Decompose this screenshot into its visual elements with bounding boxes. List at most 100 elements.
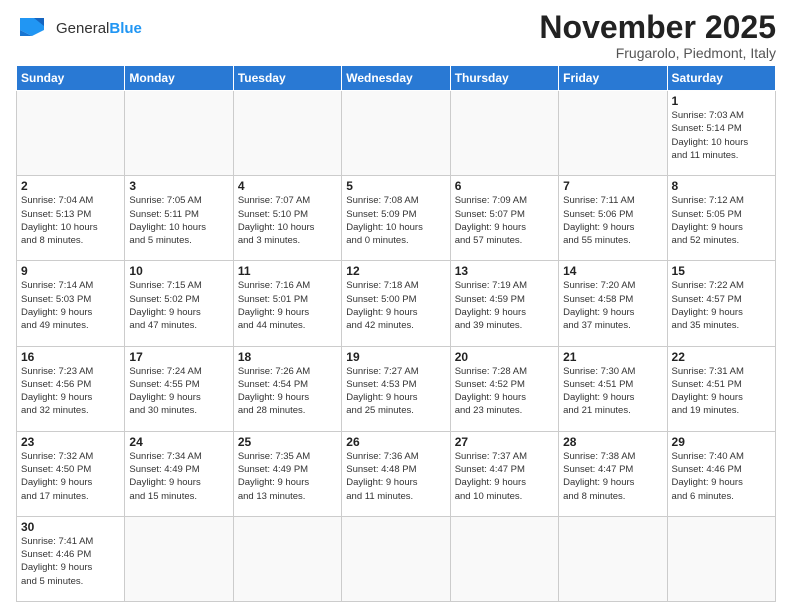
col-sunday: Sunday: [17, 66, 125, 91]
column-headers: Sunday Monday Tuesday Wednesday Thursday…: [17, 66, 776, 91]
day-number: 9: [21, 264, 120, 278]
day-cell: 16Sunrise: 7:23 AM Sunset: 4:56 PM Dayli…: [17, 346, 125, 431]
day-info: Sunrise: 7:41 AM Sunset: 4:46 PM Dayligh…: [21, 535, 120, 588]
day-info: Sunrise: 7:05 AM Sunset: 5:11 PM Dayligh…: [129, 194, 228, 247]
day-number: 14: [563, 264, 662, 278]
day-cell: 2Sunrise: 7:04 AM Sunset: 5:13 PM Daylig…: [17, 176, 125, 261]
day-info: Sunrise: 7:23 AM Sunset: 4:56 PM Dayligh…: [21, 365, 120, 418]
day-cell: 11Sunrise: 7:16 AM Sunset: 5:01 PM Dayli…: [233, 261, 341, 346]
day-cell: 1Sunrise: 7:03 AM Sunset: 5:14 PM Daylig…: [667, 91, 775, 176]
day-cell: [233, 91, 341, 176]
day-cell: 30Sunrise: 7:41 AM Sunset: 4:46 PM Dayli…: [17, 516, 125, 601]
day-cell: 4Sunrise: 7:07 AM Sunset: 5:10 PM Daylig…: [233, 176, 341, 261]
day-number: 21: [563, 350, 662, 364]
day-cell: [667, 516, 775, 601]
day-number: 19: [346, 350, 445, 364]
day-number: 27: [455, 435, 554, 449]
day-info: Sunrise: 7:27 AM Sunset: 4:53 PM Dayligh…: [346, 365, 445, 418]
day-cell: [450, 516, 558, 601]
day-info: Sunrise: 7:37 AM Sunset: 4:47 PM Dayligh…: [455, 450, 554, 503]
day-info: Sunrise: 7:32 AM Sunset: 4:50 PM Dayligh…: [21, 450, 120, 503]
day-cell: 9Sunrise: 7:14 AM Sunset: 5:03 PM Daylig…: [17, 261, 125, 346]
day-number: 4: [238, 179, 337, 193]
day-number: 12: [346, 264, 445, 278]
day-info: Sunrise: 7:30 AM Sunset: 4:51 PM Dayligh…: [563, 365, 662, 418]
week-row-5: 23Sunrise: 7:32 AM Sunset: 4:50 PM Dayli…: [17, 431, 776, 516]
day-cell: 22Sunrise: 7:31 AM Sunset: 4:51 PM Dayli…: [667, 346, 775, 431]
day-number: 5: [346, 179, 445, 193]
day-cell: [559, 91, 667, 176]
day-number: 13: [455, 264, 554, 278]
day-cell: 8Sunrise: 7:12 AM Sunset: 5:05 PM Daylig…: [667, 176, 775, 261]
day-number: 11: [238, 264, 337, 278]
day-cell: 5Sunrise: 7:08 AM Sunset: 5:09 PM Daylig…: [342, 176, 450, 261]
week-row-6: 30Sunrise: 7:41 AM Sunset: 4:46 PM Dayli…: [17, 516, 776, 601]
logo-text: GeneralBlue: [56, 20, 142, 37]
day-cell: 7Sunrise: 7:11 AM Sunset: 5:06 PM Daylig…: [559, 176, 667, 261]
header: GeneralBlue November 2025 Frugarolo, Pie…: [16, 10, 776, 61]
day-number: 23: [21, 435, 120, 449]
day-number: 28: [563, 435, 662, 449]
col-wednesday: Wednesday: [342, 66, 450, 91]
day-number: 7: [563, 179, 662, 193]
day-number: 3: [129, 179, 228, 193]
day-cell: 15Sunrise: 7:22 AM Sunset: 4:57 PM Dayli…: [667, 261, 775, 346]
day-info: Sunrise: 7:20 AM Sunset: 4:58 PM Dayligh…: [563, 279, 662, 332]
logo-icon: [16, 14, 52, 42]
col-thursday: Thursday: [450, 66, 558, 91]
day-number: 6: [455, 179, 554, 193]
day-info: Sunrise: 7:22 AM Sunset: 4:57 PM Dayligh…: [672, 279, 771, 332]
calendar-table: Sunday Monday Tuesday Wednesday Thursday…: [16, 65, 776, 602]
day-cell: 18Sunrise: 7:26 AM Sunset: 4:54 PM Dayli…: [233, 346, 341, 431]
day-number: 26: [346, 435, 445, 449]
day-cell: 3Sunrise: 7:05 AM Sunset: 5:11 PM Daylig…: [125, 176, 233, 261]
day-cell: 23Sunrise: 7:32 AM Sunset: 4:50 PM Dayli…: [17, 431, 125, 516]
day-info: Sunrise: 7:07 AM Sunset: 5:10 PM Dayligh…: [238, 194, 337, 247]
day-info: Sunrise: 7:03 AM Sunset: 5:14 PM Dayligh…: [672, 109, 771, 162]
day-cell: 21Sunrise: 7:30 AM Sunset: 4:51 PM Dayli…: [559, 346, 667, 431]
day-number: 10: [129, 264, 228, 278]
day-cell: 6Sunrise: 7:09 AM Sunset: 5:07 PM Daylig…: [450, 176, 558, 261]
day-number: 20: [455, 350, 554, 364]
day-number: 30: [21, 520, 120, 534]
day-cell: 10Sunrise: 7:15 AM Sunset: 5:02 PM Dayli…: [125, 261, 233, 346]
day-cell: [17, 91, 125, 176]
day-info: Sunrise: 7:16 AM Sunset: 5:01 PM Dayligh…: [238, 279, 337, 332]
day-cell: 27Sunrise: 7:37 AM Sunset: 4:47 PM Dayli…: [450, 431, 558, 516]
day-info: Sunrise: 7:38 AM Sunset: 4:47 PM Dayligh…: [563, 450, 662, 503]
day-cell: 25Sunrise: 7:35 AM Sunset: 4:49 PM Dayli…: [233, 431, 341, 516]
title-block: November 2025 Frugarolo, Piedmont, Italy: [539, 10, 776, 61]
day-number: 2: [21, 179, 120, 193]
day-cell: [559, 516, 667, 601]
day-cell: [342, 91, 450, 176]
day-cell: 17Sunrise: 7:24 AM Sunset: 4:55 PM Dayli…: [125, 346, 233, 431]
day-number: 17: [129, 350, 228, 364]
logo: GeneralBlue: [16, 14, 142, 42]
page: GeneralBlue November 2025 Frugarolo, Pie…: [0, 0, 792, 612]
day-cell: [342, 516, 450, 601]
day-number: 18: [238, 350, 337, 364]
day-info: Sunrise: 7:24 AM Sunset: 4:55 PM Dayligh…: [129, 365, 228, 418]
week-row-3: 9Sunrise: 7:14 AM Sunset: 5:03 PM Daylig…: [17, 261, 776, 346]
day-info: Sunrise: 7:31 AM Sunset: 4:51 PM Dayligh…: [672, 365, 771, 418]
day-cell: [450, 91, 558, 176]
day-info: Sunrise: 7:26 AM Sunset: 4:54 PM Dayligh…: [238, 365, 337, 418]
day-info: Sunrise: 7:04 AM Sunset: 5:13 PM Dayligh…: [21, 194, 120, 247]
day-cell: 19Sunrise: 7:27 AM Sunset: 4:53 PM Dayli…: [342, 346, 450, 431]
day-cell: 13Sunrise: 7:19 AM Sunset: 4:59 PM Dayli…: [450, 261, 558, 346]
day-cell: 24Sunrise: 7:34 AM Sunset: 4:49 PM Dayli…: [125, 431, 233, 516]
day-info: Sunrise: 7:18 AM Sunset: 5:00 PM Dayligh…: [346, 279, 445, 332]
day-info: Sunrise: 7:09 AM Sunset: 5:07 PM Dayligh…: [455, 194, 554, 247]
day-cell: 14Sunrise: 7:20 AM Sunset: 4:58 PM Dayli…: [559, 261, 667, 346]
day-number: 8: [672, 179, 771, 193]
week-row-4: 16Sunrise: 7:23 AM Sunset: 4:56 PM Dayli…: [17, 346, 776, 431]
day-cell: 26Sunrise: 7:36 AM Sunset: 4:48 PM Dayli…: [342, 431, 450, 516]
week-row-2: 2Sunrise: 7:04 AM Sunset: 5:13 PM Daylig…: [17, 176, 776, 261]
day-number: 15: [672, 264, 771, 278]
day-cell: 12Sunrise: 7:18 AM Sunset: 5:00 PM Dayli…: [342, 261, 450, 346]
day-number: 25: [238, 435, 337, 449]
week-row-1: 1Sunrise: 7:03 AM Sunset: 5:14 PM Daylig…: [17, 91, 776, 176]
day-info: Sunrise: 7:28 AM Sunset: 4:52 PM Dayligh…: [455, 365, 554, 418]
day-number: 16: [21, 350, 120, 364]
day-info: Sunrise: 7:08 AM Sunset: 5:09 PM Dayligh…: [346, 194, 445, 247]
